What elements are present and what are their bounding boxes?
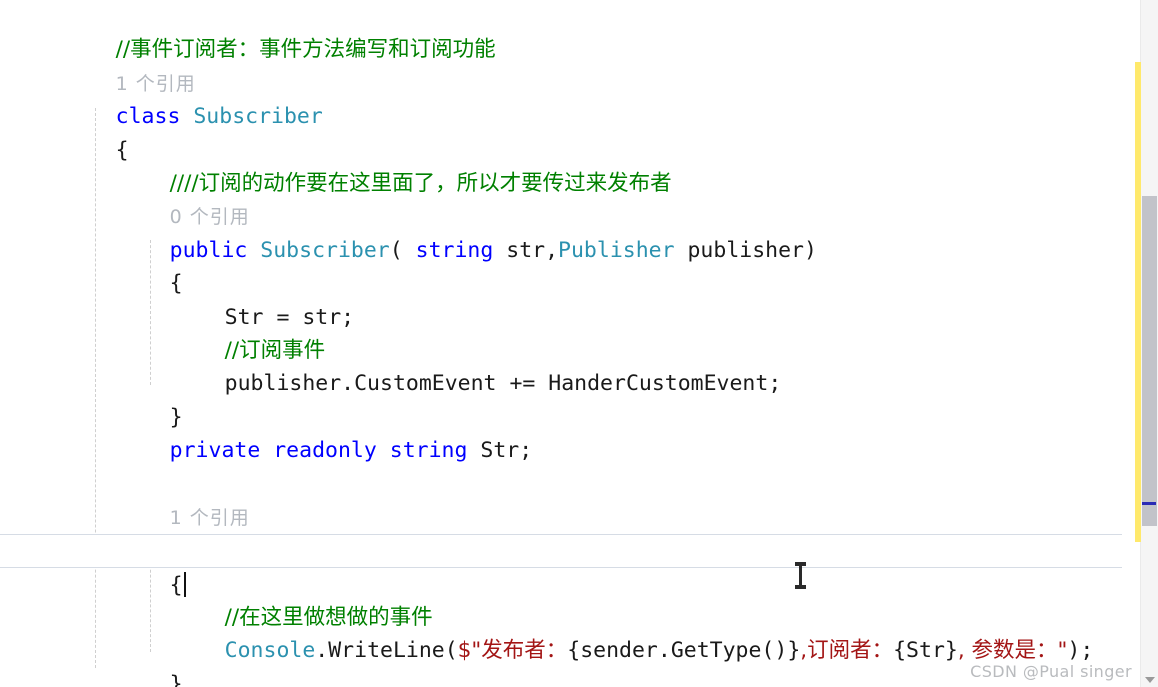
scrollbar-bookmark-marker[interactable] [1142,502,1156,505]
codelens-line[interactable]: 1 个引用 [0,467,1122,529]
code-line[interactable]: //在这里做想做的事件 [0,568,1122,630]
code-line[interactable]: { [0,234,1122,296]
code-line[interactable]: //事件订阅者：事件方法编写和订阅功能 [0,0,1122,62]
blank-line[interactable] [0,434,1122,467]
code-line[interactable]: publisher.CustomEvent += HanderCustomEve… [0,334,1122,396]
code-line[interactable]: class Subscriber [0,67,1122,129]
code-line[interactable]: } [0,634,1122,687]
code-line[interactable]: ////订阅的动作要在这里面了，所以才要传过来发布者 [0,134,1122,196]
code-line[interactable]: { [0,100,1122,163]
code-line[interactable]: private readonly string Str; [0,401,1122,463]
current-line[interactable]: { [0,534,1146,598]
code-editor[interactable]: //事件订阅者：事件方法编写和订阅功能 1 个引用 class Subscrib… [0,0,1158,687]
codelens-line[interactable]: 1 个引用 [0,33,1122,95]
code-line[interactable]: private void HanderCustomEvent(object se… [0,501,1122,563]
code-line[interactable]: Console.WriteLine($"发布者：{sender.GetType(… [0,601,1122,663]
codelens-line[interactable]: 0 个引用 [0,167,1122,228]
unsaved-change-margin-bar [1135,62,1141,542]
code-line[interactable]: //订阅事件 [0,301,1122,363]
mouse-ibeam-cursor-icon [795,562,806,589]
scroll-down-arrow-icon[interactable] [1145,677,1155,683]
code-surface[interactable]: //事件订阅者：事件方法编写和订阅功能 1 个引用 class Subscrib… [0,0,1146,687]
watermark-label: CSDN @Pual singer [970,662,1132,681]
code-line[interactable]: } [0,367,1122,430]
code-line[interactable]: public Subscriber( string str,Publisher … [0,200,1122,263]
scrollbar-thumb[interactable] [1142,196,1157,526]
code-line[interactable]: } [0,668,1122,687]
code-line[interactable]: Str = str; [0,267,1122,330]
